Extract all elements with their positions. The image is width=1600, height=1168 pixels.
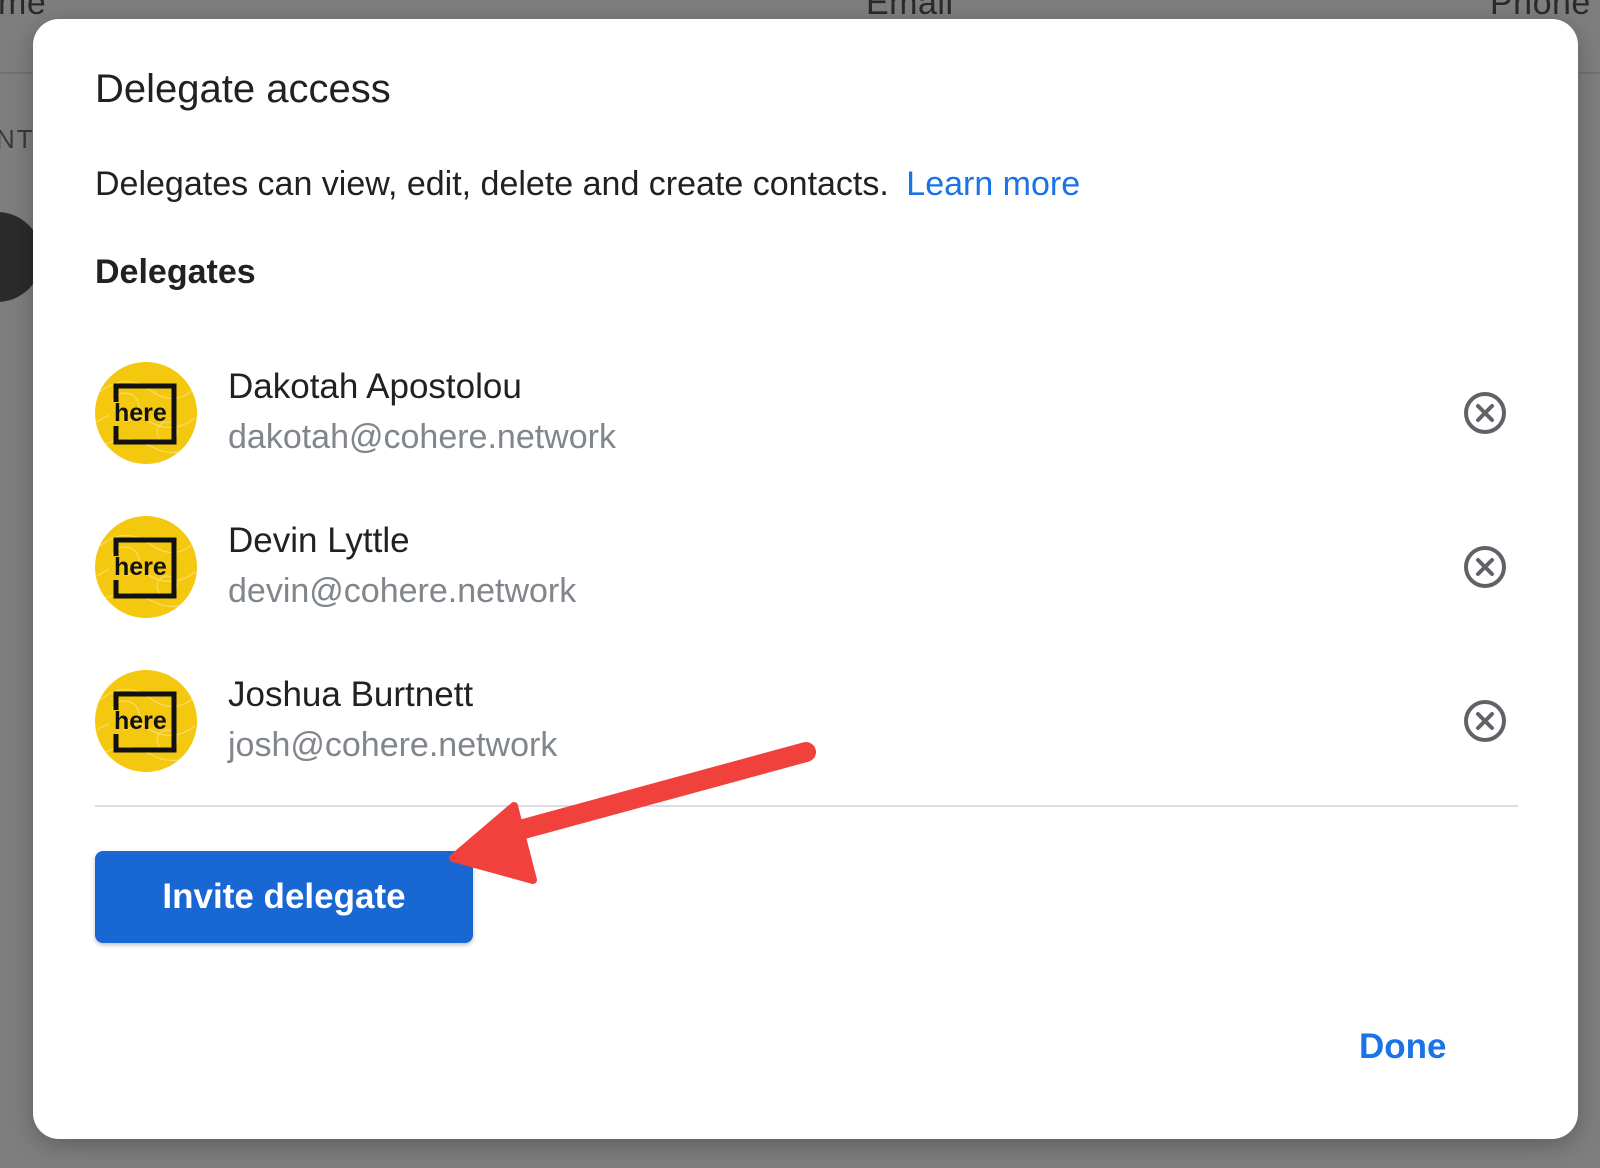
avatar: here xyxy=(95,516,197,618)
close-circle-icon xyxy=(1464,392,1506,434)
delegate-email: josh@cohere.network xyxy=(228,726,558,764)
learn-more-link[interactable]: Learn more xyxy=(906,165,1080,203)
avatar-logo-text: here xyxy=(114,399,167,427)
description-text: Delegates can view, edit, delete and cre… xyxy=(95,165,889,203)
delegate-email: dakotah@cohere.network xyxy=(228,418,616,456)
delegates-heading: Delegates xyxy=(95,253,256,291)
close-circle-icon xyxy=(1464,546,1506,588)
invite-delegate-button[interactable]: Invite delegate xyxy=(95,851,473,943)
delegate-row: here Devin Lyttle devin@cohere.network xyxy=(95,491,1550,645)
delegate-access-dialog: Delegate access Delegates can view, edit… xyxy=(33,19,1578,1139)
delegate-row: here Dakotah Apostolou dakotah@cohere.ne… xyxy=(95,337,1550,491)
avatar-logo-text: here xyxy=(114,553,167,581)
delegate-list: here Dakotah Apostolou dakotah@cohere.ne… xyxy=(95,337,1550,799)
close-circle-icon xyxy=(1464,700,1506,742)
avatar: here xyxy=(95,362,197,464)
column-header-name: me xyxy=(0,0,47,22)
divider xyxy=(95,805,1518,807)
delegate-name: Dakotah Apostolou xyxy=(228,367,522,406)
delegate-email: devin@cohere.network xyxy=(228,572,577,610)
delegate-name: Joshua Burtnett xyxy=(228,675,474,714)
avatar-logo-text: here xyxy=(114,707,167,735)
remove-delegate-button[interactable] xyxy=(1459,695,1511,747)
done-button[interactable]: Done xyxy=(1341,1019,1465,1075)
delegate-row: here Joshua Burtnett josh@cohere.network xyxy=(95,645,1550,799)
remove-delegate-button[interactable] xyxy=(1459,387,1511,439)
dialog-description: Delegates can view, edit, delete and cre… xyxy=(95,165,1080,204)
delegate-name: Devin Lyttle xyxy=(228,521,410,560)
avatar: here xyxy=(95,670,197,772)
dialog-title: Delegate access xyxy=(95,67,391,111)
remove-delegate-button[interactable] xyxy=(1459,541,1511,593)
